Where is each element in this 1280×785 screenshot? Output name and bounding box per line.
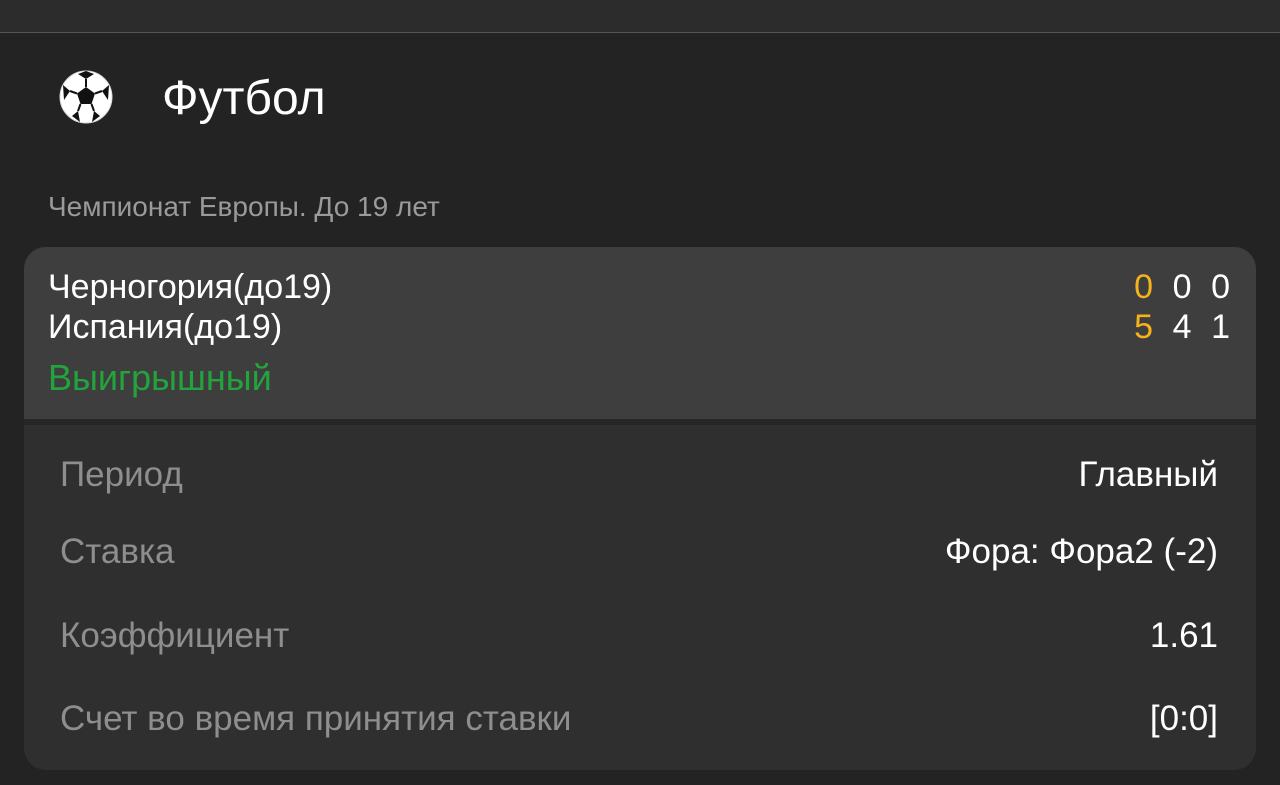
detail-value: Фора: Фора2 (-2) xyxy=(944,532,1218,571)
bet-card[interactable]: Черногория(до19) Испания(до19) Выигрышны… xyxy=(24,247,1256,770)
away-main-score: 5 xyxy=(1134,308,1153,346)
detail-value: [0:0] xyxy=(1149,699,1218,738)
team-home: Черногория(до19) xyxy=(48,268,333,306)
match-summary[interactable]: Черногория(до19) Испания(до19) Выигрышны… xyxy=(24,247,1256,419)
detail-label: Ставка xyxy=(60,532,175,571)
home-main-score: 0 xyxy=(1134,268,1153,306)
home-score-row: 0 0 0 xyxy=(1115,267,1230,307)
divider xyxy=(24,419,1256,425)
top-bar xyxy=(0,0,1280,33)
detail-value: 1.61 xyxy=(1149,616,1218,655)
team-away: Испания(до19) xyxy=(48,308,283,346)
home-period-score: 0 xyxy=(1172,268,1192,306)
bet-status: Выигрышный xyxy=(48,357,272,398)
detail-label: Коэффициент xyxy=(60,616,290,655)
detail-value: Главный xyxy=(1078,455,1218,494)
sport-title: Футбол xyxy=(162,72,326,125)
detail-row-score-at-bet: Счет во время принятия ставки [0:0] xyxy=(60,694,1218,744)
sport-header: Футбол xyxy=(0,33,1280,163)
detail-row-bet: Ставка Фора: Фора2 (-2) xyxy=(60,527,1218,577)
away-period-score: 4 xyxy=(1172,308,1192,346)
home-period-score: 0 xyxy=(1211,268,1230,306)
detail-row-coefficient: Коэффициент 1.61 xyxy=(60,611,1218,661)
away-score-row: 5 4 1 xyxy=(1115,307,1230,347)
soccer-ball-icon xyxy=(59,70,113,124)
away-period-score: 1 xyxy=(1211,308,1230,346)
detail-label: Счет во время принятия ставки xyxy=(60,699,572,738)
league-name: Чемпионат Европы. До 19 лет xyxy=(48,191,440,222)
detail-label: Период xyxy=(60,455,183,494)
detail-row-period: Период Главный xyxy=(60,450,1218,500)
